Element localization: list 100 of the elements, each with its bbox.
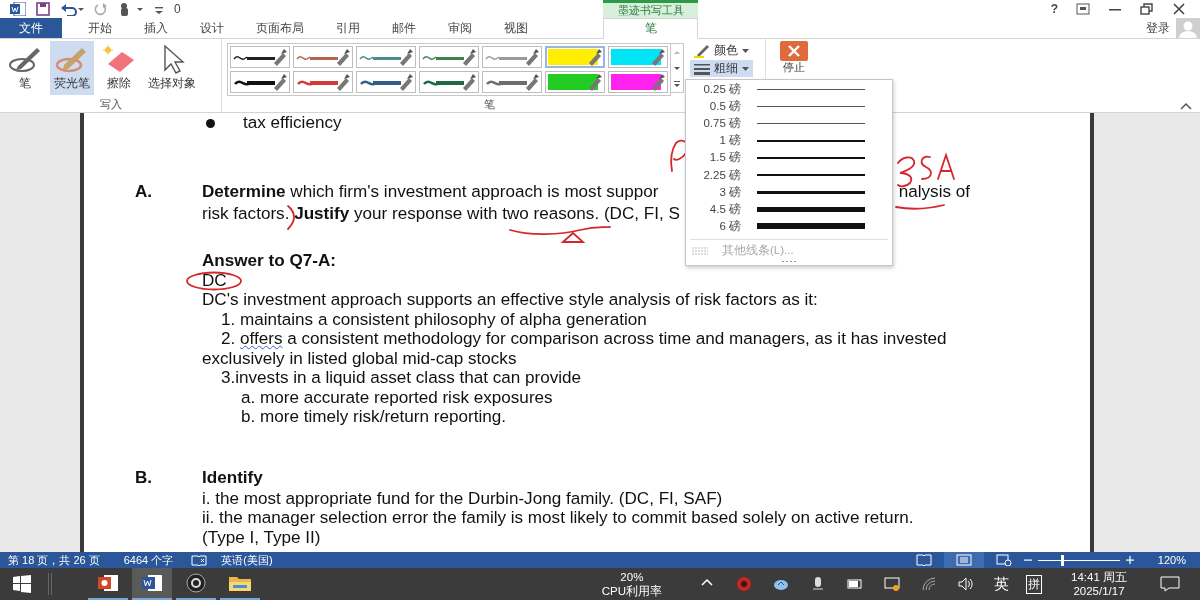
color-dropdown[interactable]: 颜色 <box>690 42 753 59</box>
group-label: 笔 <box>484 96 495 112</box>
ribbon-tab[interactable]: 邮件 <box>376 18 432 38</box>
question-marker: A. <box>135 181 154 203</box>
input-mode[interactable]: 拼 <box>1026 574 1042 594</box>
caret-icon <box>742 66 749 71</box>
toolbar-counter: 0 <box>174 2 181 16</box>
body-text: DC's investment approach supports an effective style analysis of risk factors as it: <box>202 290 818 310</box>
undo-icon[interactable] <box>60 2 84 16</box>
answer-heading: Answer to Q7-A: <box>202 251 336 271</box>
ink-tool-button[interactable]: 选择对象 <box>144 41 200 95</box>
stop-inking-button[interactable]: 停止 <box>766 39 822 74</box>
caret-icon <box>742 48 749 53</box>
pen-style-icon[interactable] <box>419 71 479 93</box>
word-count[interactable]: 6464 个字 <box>123 552 174 568</box>
eraser-icon <box>102 44 136 74</box>
resize-grip-icon[interactable] <box>781 259 797 263</box>
weight-option[interactable]: 0.5 磅 <box>686 98 892 116</box>
body-text: DC <box>202 270 227 290</box>
ribbon-tab[interactable]: 页面布局 <box>240 18 320 38</box>
weight-option[interactable]: 3 磅 <box>686 183 892 201</box>
save-icon[interactable] <box>36 2 50 16</box>
list-item-text: 2. offers a consistent methodology for comparison across time and managers, as it has invested <box>221 329 947 349</box>
ribbon-tab[interactable]: 设计 <box>184 18 240 38</box>
list-item-text: b. more timely risk/return reporting. <box>241 407 507 427</box>
pen-style-icon[interactable] <box>230 71 290 93</box>
display-icon[interactable] <box>883 576 900 592</box>
pen-style-icon[interactable] <box>356 71 416 93</box>
weight-label: 0.5 磅 <box>708 99 741 115</box>
zoom-in-icon[interactable] <box>1125 556 1134 564</box>
ribbon-tab[interactable]: 引用 <box>320 18 376 38</box>
language-indicator[interactable]: 英语(美国) <box>221 552 273 568</box>
zoom-slider-thumb[interactable] <box>1061 554 1065 566</box>
notification-icon[interactable] <box>1160 576 1180 592</box>
list-item-text: 3.invests in a liquid asset class that can provide <box>221 368 582 388</box>
ink-tool-button[interactable]: 荧光笔 <box>50 41 94 95</box>
help-button[interactable]: ? <box>1050 2 1058 16</box>
color-pen-icon <box>694 43 710 58</box>
line-weight-icon <box>694 62 710 75</box>
input-language[interactable]: 英 <box>984 574 1018 594</box>
page-count[interactable]: 第 18 页，共 26 页 <box>8 552 100 568</box>
touch-mode-icon[interactable] <box>118 2 144 16</box>
weight-option[interactable]: 2.25 磅 <box>686 166 892 184</box>
restore-icon[interactable] <box>1140 3 1154 15</box>
bullet-icon <box>206 118 215 128</box>
ink-tool-button[interactable]: 笔 <box>4 41 46 95</box>
word-app-icon[interactable] <box>142 575 162 591</box>
clock-date[interactable]: 2025/1/17 <box>1073 584 1125 598</box>
ribbon-display-icon[interactable] <box>1076 3 1090 15</box>
cpu-usage-label: CPU利用率 <box>601 584 662 598</box>
battery-icon[interactable] <box>846 576 863 592</box>
read-mode-icon[interactable] <box>915 554 932 566</box>
wifi-icon[interactable] <box>920 576 937 592</box>
sign-in-link[interactable]: 登录 <box>1146 19 1170 37</box>
weight-label: 0.25 磅 <box>702 82 741 98</box>
ink-tool-button[interactable]: 擦除 <box>98 41 140 95</box>
question-text: nalysis of <box>898 181 970 203</box>
file-menu-tab[interactable]: 文件 <box>0 18 62 38</box>
ribbon-tab[interactable]: 插入 <box>128 18 184 38</box>
weight-option[interactable]: 6 磅 <box>686 217 892 235</box>
weight-option[interactable]: 1.5 磅 <box>686 149 892 167</box>
contextual-tab-group: 墨迹书写工具 <box>603 0 698 18</box>
weight-label: 2.25 磅 <box>702 167 741 183</box>
folder-app-icon[interactable] <box>229 575 251 591</box>
question-marker: B. <box>135 466 154 489</box>
close-icon[interactable] <box>1172 3 1186 15</box>
print-layout-icon[interactable] <box>955 554 972 566</box>
pen-style-icon[interactable] <box>230 46 290 68</box>
recorder-app-icon[interactable] <box>186 573 206 593</box>
weight-option[interactable]: 0.75 磅 <box>686 115 892 133</box>
weight-label: 6 磅 <box>718 218 741 234</box>
weight-label: 1 磅 <box>718 133 741 149</box>
windows-start-icon[interactable] <box>13 575 31 593</box>
line-style-icon <box>692 246 708 255</box>
slides-app-icon[interactable] <box>98 575 118 591</box>
web-layout-icon[interactable] <box>995 554 1012 566</box>
weight-dropdown[interactable]: 粗细 <box>690 60 753 77</box>
body-text: i. the most appropriate fund for the Durbin-Jong family. (DC, FI, SAF) <box>202 488 723 508</box>
ribbon-tab[interactable]: 笔 <box>603 18 698 39</box>
ribbon-tab[interactable]: 视图 <box>488 18 544 38</box>
body-text: exclusively in listed global mid-cap stocks <box>202 348 517 368</box>
body-text: (Type I, Type II) <box>202 527 321 547</box>
list-item-text: a. more accurate reported risk exposures <box>241 387 553 407</box>
recorder-tray-icon[interactable] <box>735 576 752 592</box>
ribbon-tab[interactable]: 开始 <box>72 18 128 38</box>
proofing-icon[interactable] <box>191 554 208 566</box>
collapse-ribbon-icon[interactable] <box>1180 102 1192 110</box>
weight-label: 4.5 磅 <box>708 201 741 217</box>
volume-icon[interactable] <box>957 576 974 592</box>
question-text: Identify <box>202 466 263 489</box>
weight-label: 3 磅 <box>718 184 741 200</box>
weight-option[interactable]: 4.5 磅 <box>686 200 892 218</box>
ribbon-tab[interactable]: 审阅 <box>432 18 488 38</box>
clock-time[interactable]: 14:41 周五 <box>1071 570 1127 584</box>
group-label: 写入 <box>99 96 122 112</box>
weight-option[interactable]: 0.25 磅 <box>686 81 892 99</box>
weight-option[interactable]: 1 磅 <box>686 132 892 150</box>
zoom-level[interactable]: 120% <box>1157 554 1186 566</box>
question-text: Determine which firm's investment approach is most suppor <box>202 181 659 203</box>
body-text: ii. the manager selection error the family is most likely to commit based solely on active return. <box>202 508 914 528</box>
